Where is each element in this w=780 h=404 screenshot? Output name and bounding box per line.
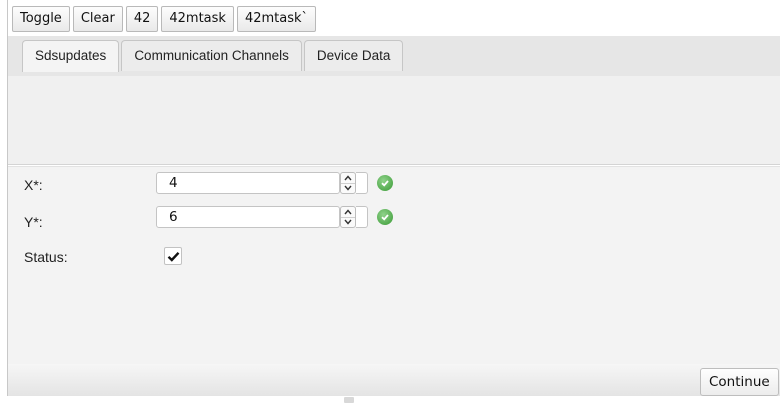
resize-grip[interactable] (344, 397, 354, 403)
tab-list: Sdsupdates Communication Channels Device… (22, 40, 404, 72)
chevron-down-icon (344, 219, 352, 225)
check-circle-icon (377, 209, 393, 225)
x-spinner (340, 172, 356, 194)
continue-button[interactable]: Continue (700, 368, 779, 396)
x-spin-down[interactable] (341, 182, 355, 194)
y-label: Y*: (24, 214, 43, 230)
chevron-up-icon (344, 209, 352, 215)
toggle-button[interactable]: Toggle (12, 6, 70, 32)
x-label: X*: (24, 177, 43, 193)
chevron-down-icon (344, 185, 352, 191)
y-input[interactable]: 6 (156, 206, 340, 228)
y-spinner (340, 206, 356, 228)
tab-communication-channels[interactable]: Communication Channels (121, 40, 302, 71)
y-input-end (356, 206, 368, 228)
y-spin-down[interactable] (341, 216, 355, 228)
x-input-end (356, 172, 368, 194)
form-panel: X*: 4 Y*: 6 Status: (8, 166, 780, 365)
chevron-up-icon (344, 175, 352, 181)
check-circle-icon (377, 175, 393, 191)
tab-sdsupdates[interactable]: Sdsupdates (22, 40, 120, 72)
top-toolbar: Toggle Clear 42 42mtask 42mtask` (12, 6, 317, 32)
x-spin-up[interactable] (341, 173, 355, 183)
tab-content-panel (8, 76, 780, 165)
status-label: Status: (24, 249, 68, 265)
task-42-button[interactable]: 42 (125, 6, 159, 32)
checkmark-icon (167, 251, 179, 262)
tab-device-data[interactable]: Device Data (303, 40, 404, 71)
footer-bar (8, 364, 780, 396)
tab-bar: Sdsupdates Communication Channels Device… (8, 36, 780, 76)
task-42mtask-button[interactable]: 42mtask (161, 6, 234, 32)
clear-button[interactable]: Clear (72, 6, 123, 32)
x-input[interactable]: 4 (156, 172, 340, 194)
task-42mtask-backtick-button[interactable]: 42mtask` (236, 6, 317, 32)
status-checkbox[interactable] (164, 247, 182, 265)
y-spin-up[interactable] (341, 207, 355, 217)
